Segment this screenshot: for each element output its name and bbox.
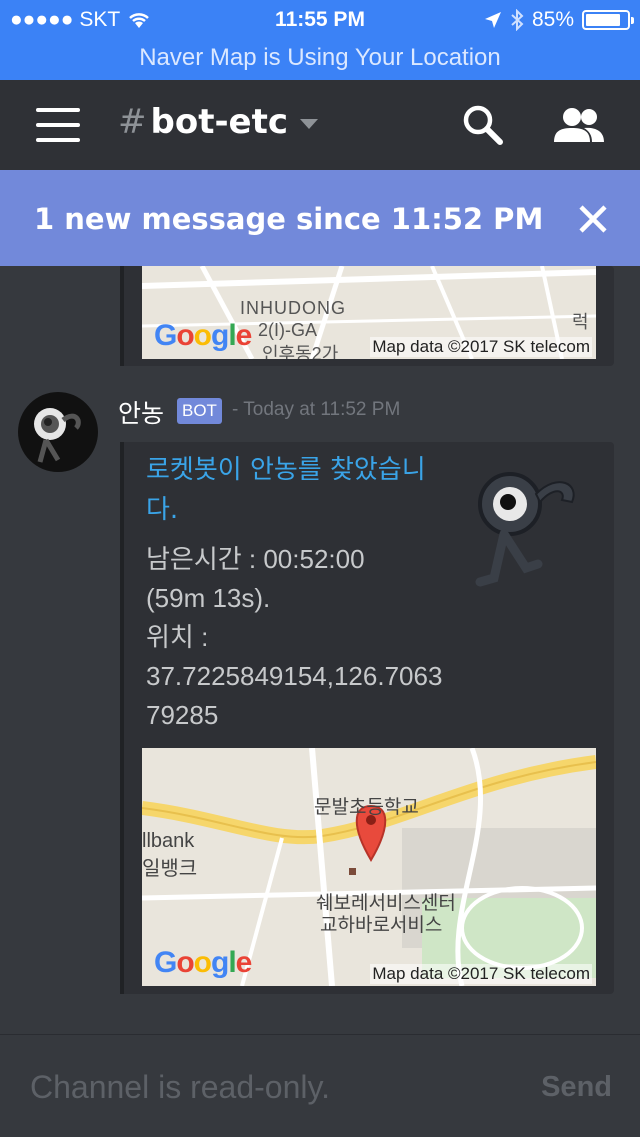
embed-description: 남은시간 : 00:52:00 (59m 13s). 위치 : 37.72258… (146, 540, 446, 735)
channel-name: bot-etc (150, 102, 289, 142)
ios-status-bar: ●●●●● SKT 11:55 PM 85% Naver Map is Usin… (0, 0, 640, 80)
map-label: INHUDONG (240, 298, 346, 318)
avatar[interactable] (18, 392, 98, 472)
search-icon[interactable] (462, 104, 504, 146)
hash-icon: # (118, 102, 147, 142)
chevron-down-icon (300, 119, 319, 129)
unown-thumbnail-icon[interactable] (468, 456, 588, 596)
embed-line: (59m 13s). (146, 583, 271, 613)
message-composer: Channel is read-only. Send (0, 1034, 640, 1137)
map-label: 문발초등학교 (314, 797, 419, 818)
map-label: 인후동2가 (262, 344, 339, 359)
new-messages-bar[interactable]: 1 new message since 11:52 PM (0, 170, 640, 266)
send-button[interactable]: Send (541, 1071, 612, 1104)
close-icon[interactable] (578, 204, 608, 234)
embed-line: 위치 : (146, 622, 209, 652)
location-banner[interactable]: Naver Map is Using Your Location (0, 44, 640, 72)
embed-line: 37.7225849154,126.706379285 (146, 661, 443, 730)
map-image[interactable]: 문발초등학교 llbank 일뱅크 쉐보레서비스센터 교하바로서비스 Googl… (142, 748, 596, 986)
members-icon[interactable] (554, 106, 604, 146)
battery-icon (582, 10, 634, 30)
new-messages-text: 1 new message since 11:52 PM (34, 202, 544, 236)
previous-embed: INHUDONG 2(I)-GA 인후동2가 럭 Google Map data… (120, 266, 614, 366)
map-label: 교하바로서비스 (320, 915, 443, 936)
channel-header: # bot-etc (0, 80, 640, 170)
location-arrow-icon (484, 12, 501, 28)
message-timestamp: - Today at 11:52 PM (232, 399, 401, 420)
map-label: 일뱅크 (142, 858, 198, 880)
battery-tip (631, 17, 634, 24)
map-credit: Map data ©2017 SK telecom (370, 337, 592, 357)
google-logo: Google (154, 946, 252, 979)
map-label: 2(I)-GA (258, 320, 318, 340)
bot-badge: BOT (177, 398, 222, 424)
embed-line: 남은시간 : 00:52:00 (146, 544, 365, 574)
map-image[interactable]: INHUDONG 2(I)-GA 인후동2가 럭 Google Map data… (142, 266, 596, 359)
battery-fill (586, 14, 620, 26)
map-label: llbank (142, 830, 195, 852)
map-credit: Map data ©2017 SK telecom (370, 964, 592, 984)
author-name[interactable]: 안농 (118, 394, 164, 430)
embed-title[interactable]: 로켓봇이 안농를 찾았습니다. (146, 450, 436, 530)
battery-percent: 85% (531, 8, 574, 31)
google-logo: Google (154, 319, 252, 352)
message-input[interactable]: Channel is read-only. (30, 1069, 330, 1106)
message-embed: 로켓봇이 안농를 찾았습니다. 남은시간 : 00:52:00 (59m 13s… (120, 442, 614, 994)
bluetooth-icon (511, 9, 524, 31)
unown-avatar-icon (34, 408, 81, 463)
channel-title[interactable]: # bot-etc (118, 102, 319, 142)
map-label: 럭 (572, 312, 589, 332)
menu-icon[interactable] (36, 108, 80, 142)
